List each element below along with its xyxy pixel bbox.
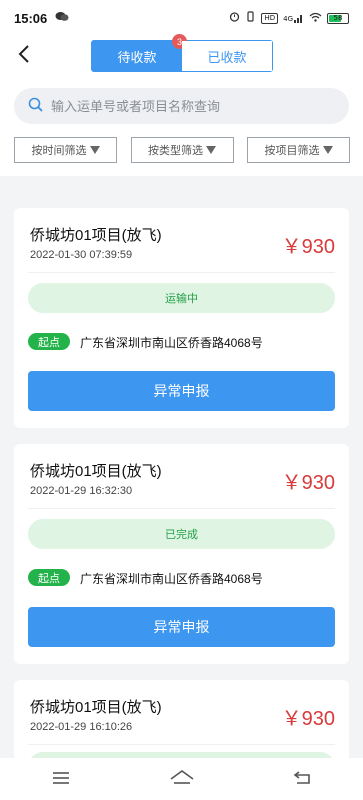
filter-bar: 按时间筛选 按类型筛选 按项目筛选 xyxy=(14,137,350,163)
search-input[interactable] xyxy=(51,98,321,114)
tab-pending-payment[interactable]: 待收款 3 xyxy=(92,34,187,71)
dropdown-triangle-icon xyxy=(206,146,216,154)
header: 待收款 3 已收款 xyxy=(0,34,363,78)
vibrate-icon xyxy=(245,11,256,25)
divider xyxy=(28,272,335,273)
filter-by-project-label: 按项目筛选 xyxy=(264,145,320,157)
start-address: 广东省深圳市南山区侨香路4068号 xyxy=(80,336,263,350)
status-icons: HD 4G 58 xyxy=(229,11,349,25)
divider xyxy=(28,508,335,509)
alarm-icon xyxy=(229,11,240,25)
order-date: 2022-01-29 16:32:30 xyxy=(30,485,133,497)
tab-pending-label: 待收款 xyxy=(117,49,157,65)
back-button[interactable] xyxy=(12,44,36,68)
nav-return-button[interactable] xyxy=(283,764,323,794)
payment-status-tabs: 待收款 3 已收款 xyxy=(91,34,273,72)
order-card[interactable]: 侨城坊01项目(放飞) 2022-01-29 16:32:30 ￥930 已完成… xyxy=(14,444,349,664)
dropdown-triangle-icon xyxy=(322,146,333,154)
start-address: 广东省深圳市南山区侨香路4068号 xyxy=(80,572,263,586)
filter-by-time[interactable]: 按时间筛选 xyxy=(14,137,117,163)
filter-by-project[interactable]: 按项目筛选 xyxy=(247,137,350,163)
hd-label: HD xyxy=(261,12,279,24)
order-status: 运输中 xyxy=(28,283,335,313)
network-label: 4G xyxy=(283,15,293,23)
wechat-notification-icon xyxy=(55,11,69,25)
nav-menu-button[interactable] xyxy=(41,764,81,794)
filter-by-type-label: 按类型筛选 xyxy=(148,145,203,157)
divider xyxy=(28,744,335,745)
dropdown-triangle-icon xyxy=(89,146,100,154)
order-card[interactable]: 侨城坊01项目(放飞) 2022-01-30 07:39:59 ￥930 运输中… xyxy=(14,208,349,428)
order-title: 侨城坊01项目(放飞) xyxy=(30,227,162,244)
order-price: ￥930 xyxy=(281,708,335,730)
home-icon xyxy=(170,769,194,789)
status-bar: 15:06 HD 4G 58 xyxy=(0,0,363,36)
return-icon xyxy=(293,770,312,789)
filter-by-type[interactable]: 按类型筛选 xyxy=(130,137,234,163)
order-status: 已完成 xyxy=(28,519,335,549)
start-point-tag: 起点 xyxy=(28,333,70,350)
start-point-tag: 起点 xyxy=(28,569,70,586)
back-arrow-icon xyxy=(18,45,30,67)
exception-report-button[interactable]: 异常申报 xyxy=(28,607,335,647)
wifi-icon xyxy=(309,12,322,25)
nav-home-button[interactable] xyxy=(162,764,202,794)
exception-report-button[interactable]: 异常申报 xyxy=(28,371,335,411)
order-title: 侨城坊01项目(放飞) xyxy=(30,699,162,716)
status-time: 15:06 xyxy=(14,10,48,26)
battery-icon: 58 xyxy=(327,12,349,24)
order-price: ￥930 xyxy=(281,236,335,258)
menu-icon xyxy=(52,770,70,789)
system-navigation-bar xyxy=(0,758,363,800)
search-area: 按时间筛选 按类型筛选 按项目筛选 xyxy=(0,78,363,176)
tab-received-payment[interactable]: 已收款 xyxy=(182,41,272,71)
order-title: 侨城坊01项目(放飞) xyxy=(30,463,162,480)
order-price: ￥930 xyxy=(281,472,335,494)
order-card[interactable]: 侨城坊01项目(放飞) 2022-01-29 16:10:26 ￥930 xyxy=(14,680,349,758)
signal-icon: 4G xyxy=(283,13,304,23)
filter-by-time-label: 按时间筛选 xyxy=(31,145,87,157)
order-date: 2022-01-29 16:10:26 xyxy=(30,721,133,733)
search-box[interactable] xyxy=(14,88,349,124)
tab-received-label: 已收款 xyxy=(207,49,247,65)
search-icon xyxy=(28,97,43,116)
battery-level: 58 xyxy=(333,14,343,22)
order-date: 2022-01-30 07:39:59 xyxy=(30,249,133,261)
